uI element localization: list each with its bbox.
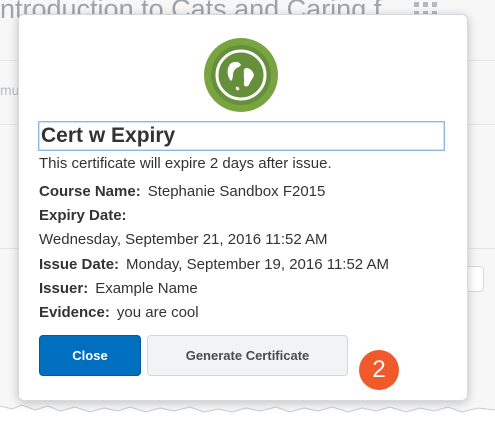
evidence-label: Evidence: xyxy=(39,304,110,321)
torn-edge xyxy=(0,404,495,426)
certificate-description: This certificate will expire 2 days afte… xyxy=(39,155,332,172)
close-button[interactable]: Close xyxy=(39,335,141,376)
course-name-value: Stephanie Sandbox F2015 xyxy=(147,183,326,200)
globe-icon xyxy=(204,38,278,112)
evidence-value: you are cool xyxy=(116,304,199,321)
issue-date-label: Issue Date: xyxy=(39,256,120,273)
certificate-name-field[interactable] xyxy=(38,121,445,151)
issuer-label: Issuer: xyxy=(39,280,89,297)
course-name-row: Course Name: Stephanie Sandbox F2015 xyxy=(39,183,325,200)
expiry-date-label: Expiry Date: xyxy=(39,207,127,224)
certificate-dialog: This certificate will expire 2 days afte… xyxy=(18,14,468,401)
expiry-date-row: Expiry Date: xyxy=(39,207,127,224)
background-text: mu xyxy=(0,82,20,98)
evidence-row: Evidence: you are cool xyxy=(39,304,199,321)
issue-date-value: Monday, September 19, 2016 11:52 AM xyxy=(126,256,389,273)
issue-date-row: Issue Date: Monday, September 19, 2016 11… xyxy=(39,256,389,273)
issuer-row: Issuer: Example Name xyxy=(39,280,198,297)
generate-certificate-button[interactable]: Generate Certificate xyxy=(147,335,348,376)
course-name-label: Course Name: xyxy=(39,183,141,200)
issuer-value: Example Name xyxy=(95,280,198,297)
expiry-date-value: Wednesday, September 21, 2016 11:52 AM xyxy=(39,231,328,248)
step-number-badge: 2 xyxy=(359,350,399,390)
